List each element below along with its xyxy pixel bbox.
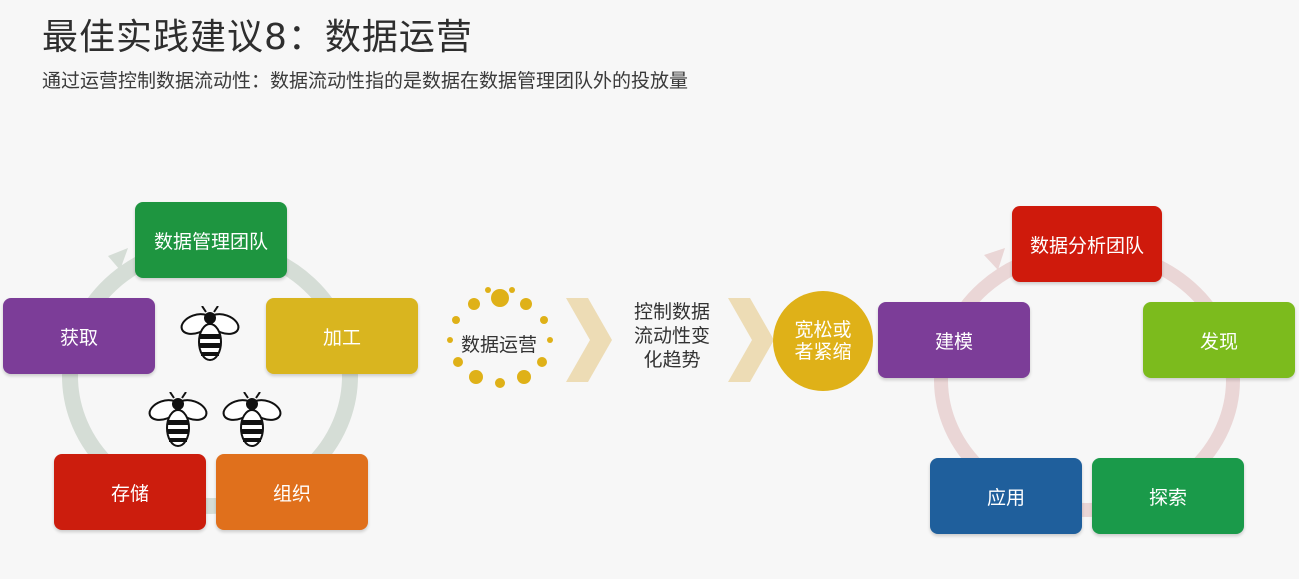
process-label: 加工 [322, 326, 361, 349]
acquire-box: 获取 [3, 298, 155, 374]
control-flow-line-2: 流动性变 [633, 325, 710, 347]
organize-label: 组织 [272, 482, 311, 505]
bee-icon [180, 306, 240, 361]
explore-label: 探索 [1148, 486, 1187, 509]
data-analysis-team-label: 数据分析团队 [1029, 234, 1144, 257]
organize-box: 组织 [216, 454, 368, 530]
bee-icon [222, 392, 282, 447]
data-management-team-box: 数据管理团队 [135, 202, 287, 278]
process-box: 加工 [266, 298, 418, 374]
loose-or-tight-circle: 宽松或 者紧缩 [773, 291, 873, 391]
discover-label: 发现 [1199, 330, 1238, 353]
control-flow-label: 控制数据 流动性变 化趋势 [612, 300, 732, 372]
data-operations-label: 数据运营 [460, 334, 537, 356]
acquire-label: 获取 [59, 326, 98, 349]
bee-icon [148, 392, 208, 447]
modeling-box: 建模 [878, 302, 1030, 378]
chevron-right-icon [728, 298, 774, 382]
loose-or-tight-line-2: 者紧缩 [794, 341, 852, 363]
explore-box: 探索 [1092, 458, 1244, 534]
control-flow-line-3: 化趋势 [643, 349, 701, 371]
storage-label: 存储 [110, 482, 149, 505]
data-management-team-label: 数据管理团队 [153, 230, 268, 253]
loose-or-tight-line-1: 宽松或 [794, 319, 852, 341]
discover-box: 发现 [1143, 302, 1295, 378]
data-analysis-team-box: 数据分析团队 [1012, 206, 1162, 282]
modeling-label: 建模 [934, 330, 973, 353]
storage-box: 存储 [54, 454, 206, 530]
apply-box: 应用 [930, 458, 1082, 534]
apply-label: 应用 [986, 486, 1025, 509]
chevron-right-icon [566, 298, 612, 382]
control-flow-line-1: 控制数据 [633, 301, 710, 323]
